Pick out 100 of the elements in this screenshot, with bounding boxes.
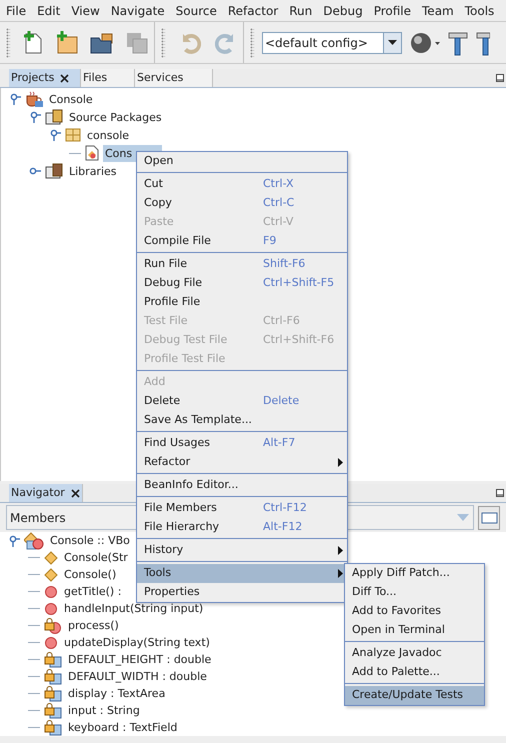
- tree-item[interactable]: Source Packages: [67, 108, 164, 126]
- tree-item[interactable]: handleInput(String input): [62, 600, 206, 617]
- tree-item[interactable]: getTitle() :: [62, 583, 124, 600]
- shortcut-label: Ctrl-V: [263, 214, 294, 230]
- menu-title[interactable]: Run: [289, 2, 312, 20]
- open-folder-icon[interactable]: [90, 32, 114, 54]
- books-icon: [45, 163, 63, 179]
- tree-item[interactable]: display : TextArea: [66, 685, 168, 702]
- shortcut-label: Shift-F6: [263, 256, 306, 272]
- menu-item[interactable]: Analyze Javadoc: [345, 644, 484, 663]
- shortcut-label: F9: [263, 233, 276, 250]
- menu-item[interactable]: Compile File F9: [137, 232, 347, 251]
- circle-icon: [44, 602, 58, 616]
- panel-tab[interactable]: Files: [81, 69, 135, 87]
- menu-item[interactable]: Add to Favorites: [345, 602, 484, 621]
- circle-icon: [44, 636, 58, 650]
- diamond-icon: [44, 568, 58, 582]
- menu-title[interactable]: Navigate: [110, 2, 165, 20]
- globe-icon[interactable]: [410, 30, 440, 54]
- package-icon: [65, 127, 81, 143]
- tree-item[interactable]: Console(): [62, 566, 118, 583]
- tree-item[interactable]: process(): [66, 617, 121, 634]
- shortcut-label: Alt-F7: [263, 435, 296, 452]
- menu-title[interactable]: Team: [422, 2, 454, 20]
- menu-title[interactable]: Refactor: [228, 2, 278, 20]
- shortcut-label: Ctrl+Shift-F5: [263, 275, 334, 292]
- menu-item[interactable]: Properties: [137, 583, 347, 602]
- tree-item[interactable]: DEFAULT_WIDTH : double: [66, 668, 209, 685]
- view-toggle-icon[interactable]: [478, 506, 500, 530]
- dropdown-arrow-icon: [457, 514, 469, 521]
- menu-item[interactable]: Apply Diff Patch...: [345, 564, 484, 583]
- expanded-handle-icon[interactable]: [49, 129, 61, 141]
- menu-item[interactable]: Create/Update Tests: [345, 686, 484, 705]
- shortcut-label: Ctrl-X: [263, 176, 294, 192]
- menu-title[interactable]: Source: [176, 2, 217, 20]
- locked-field-icon: [44, 720, 62, 736]
- shortcut-label: Delete: [263, 393, 300, 410]
- hammer-icon[interactable]: [476, 30, 490, 56]
- new-file-icon[interactable]: [22, 30, 44, 54]
- menu-item[interactable]: Diff To...: [345, 583, 484, 602]
- close-icon[interactable]: [70, 488, 80, 498]
- diamond-icon: [44, 550, 58, 564]
- circle-icon: [44, 584, 58, 598]
- minimize-icon[interactable]: [496, 74, 504, 82]
- locked-field-icon: [44, 702, 62, 718]
- panel-tab[interactable]: Services: [135, 69, 213, 87]
- tree-item[interactable]: input : String: [66, 702, 142, 719]
- shortcut-label: Alt-F12: [263, 519, 302, 536]
- menu-item[interactable]: Delete Delete: [137, 392, 347, 411]
- menu-title[interactable]: View: [71, 2, 100, 20]
- expanded-handle-icon[interactable]: [29, 111, 41, 123]
- menu-item[interactable]: File Hierarchy Alt-F12: [137, 518, 347, 537]
- menu-item[interactable]: Open in Terminal: [345, 621, 484, 640]
- shortcut-label: Ctrl+Shift-F6: [263, 332, 334, 348]
- collapsed-handle-icon[interactable]: [29, 165, 41, 177]
- menu-item[interactable]: Profile File: [137, 293, 347, 312]
- panel-tab[interactable]: Projects: [9, 69, 81, 87]
- menu-title[interactable]: Tools: [464, 2, 494, 20]
- tree-item[interactable]: updateDisplay(String text): [62, 634, 212, 651]
- hammer-icon[interactable]: [448, 30, 468, 56]
- menu-title[interactable]: Edit: [37, 2, 60, 20]
- menu-item[interactable]: Tools: [137, 564, 347, 583]
- shortcut-label: Ctrl-C: [263, 195, 294, 212]
- tree-item[interactable]: Libraries: [67, 162, 119, 180]
- menu-item[interactable]: Run File Shift-F6: [137, 255, 347, 274]
- coffee-cup-icon: [25, 91, 43, 107]
- package-box-icon: [45, 109, 63, 125]
- locked-field-icon: [44, 652, 62, 668]
- menu-title[interactable]: Profile: [374, 2, 412, 20]
- close-icon[interactable]: [60, 74, 70, 82]
- menu-item[interactable]: BeanInfo Editor...: [137, 476, 347, 495]
- menu-item[interactable]: Debug File Ctrl+Shift-F5: [137, 274, 347, 293]
- menu-item[interactable]: Find Usages Alt-F7: [137, 434, 347, 453]
- tree-item[interactable]: Console: [47, 90, 95, 108]
- class-icon: [24, 532, 44, 550]
- menu-item[interactable]: Save As Template...: [137, 411, 347, 430]
- menu-item[interactable]: Cut Ctrl-X: [137, 175, 347, 194]
- menu-item[interactable]: Copy Ctrl-C: [137, 194, 347, 213]
- menu-item[interactable]: Refactor: [137, 453, 347, 472]
- java-file-icon: [85, 145, 99, 161]
- tree-item[interactable]: Console :: VBo: [48, 532, 132, 549]
- config-combo[interactable]: <default config>: [262, 32, 402, 54]
- shortcut-label: Ctrl-F6: [263, 313, 300, 330]
- tree-item[interactable]: Console(Str: [62, 549, 130, 566]
- menu-title[interactable]: Debug: [323, 2, 363, 20]
- minimize-icon[interactable]: [496, 489, 504, 497]
- tree-item[interactable]: console: [85, 126, 132, 144]
- shortcut-label: Ctrl-F12: [263, 500, 307, 516]
- dropdown-arrow-icon: [388, 40, 397, 45]
- menu-title[interactable]: File: [6, 2, 26, 20]
- menu-item[interactable]: File Members Ctrl-F12: [137, 499, 347, 518]
- expanded-handle-icon[interactable]: [8, 534, 20, 546]
- tree-item[interactable]: keyboard : TextField: [66, 719, 180, 736]
- new-folder-icon[interactable]: [56, 30, 78, 54]
- menu-item[interactable]: History: [137, 541, 347, 560]
- tree-item[interactable]: DEFAULT_HEIGHT : double: [66, 651, 214, 668]
- panel-tab[interactable]: Navigator: [9, 484, 83, 502]
- expanded-handle-icon[interactable]: [9, 93, 21, 105]
- menu-item[interactable]: Add to Palette...: [345, 663, 484, 682]
- locked-method-icon: [44, 618, 62, 634]
